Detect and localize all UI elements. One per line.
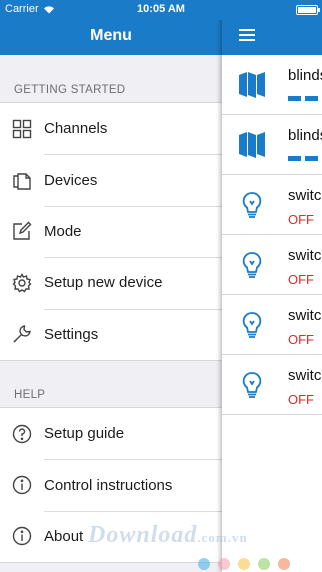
- device-status: OFF: [288, 212, 314, 227]
- status-bar: Carrier 10:05 AM: [0, 0, 322, 20]
- lightbulb-icon: [242, 372, 262, 398]
- device-name: blinds: [288, 67, 322, 84]
- menu-item-label: Setup new device: [44, 274, 163, 292]
- blinds-position-indicator: [288, 96, 318, 101]
- watermark-dots: [198, 558, 290, 570]
- content-header: [222, 20, 322, 55]
- copy-icon: [0, 154, 44, 205]
- watermark: Download.com.vn: [88, 522, 248, 549]
- device-row[interactable]: switch OFF: [222, 175, 322, 235]
- status-time: 10:05 AM: [137, 3, 185, 15]
- device-list-panel: blinds blinds switch OFF switch OFF swit…: [222, 0, 322, 572]
- info-icon: [0, 459, 44, 510]
- device-name: switch: [288, 307, 322, 324]
- menu-item-label: About: [44, 527, 84, 545]
- menu-item-label: Control instructions: [44, 476, 173, 494]
- menu-item-label: Settings: [44, 325, 99, 343]
- watermark-text: Download: [88, 522, 198, 548]
- device-status: OFF: [288, 272, 314, 287]
- menu-item-settings[interactable]: Settings: [0, 308, 222, 360]
- menu-item-channels[interactable]: Channels: [0, 103, 222, 154]
- menu-item-label: Devices: [44, 171, 98, 189]
- gear-icon: [0, 257, 44, 308]
- menu-item-label: Mode: [44, 222, 82, 240]
- device-row[interactable]: switch OFF: [222, 295, 322, 355]
- menu-item-label: Setup guide: [44, 425, 125, 443]
- menu-item-label: Channels: [44, 120, 108, 138]
- menu-item-control-instructions[interactable]: Control instructions: [0, 459, 222, 510]
- device-name: switch: [288, 367, 322, 384]
- question-icon: [0, 408, 44, 459]
- grid-icon: [0, 103, 44, 154]
- device-row[interactable]: switch OFF: [222, 235, 322, 295]
- side-menu: Menu GETTING STARTED Channels Devices Mo…: [0, 0, 222, 572]
- wrench-icon: [0, 309, 44, 360]
- device-row[interactable]: blinds: [222, 115, 322, 175]
- menu-item-setup-new-device[interactable]: Setup new device: [0, 257, 222, 308]
- device-status: OFF: [288, 392, 314, 407]
- menu-item-devices[interactable]: Devices: [0, 154, 222, 205]
- hamburger-menu-icon[interactable]: [239, 29, 255, 43]
- watermark-suffix: .com.vn: [197, 530, 248, 545]
- section-title-help: HELP: [14, 389, 46, 401]
- blinds-icon: [239, 132, 265, 158]
- section-title-getting-started: GETTING STARTED: [14, 84, 126, 96]
- edit-icon: [0, 206, 44, 257]
- lightbulb-icon: [242, 192, 262, 218]
- getting-started-group: Channels Devices Mode Setup new device S…: [0, 102, 222, 361]
- blinds-icon: [239, 72, 265, 98]
- lightbulb-icon: [242, 312, 262, 338]
- menu-item-setup-guide[interactable]: Setup guide: [0, 408, 222, 459]
- device-status: OFF: [288, 332, 314, 347]
- battery-icon: [296, 5, 320, 15]
- info-icon: [0, 511, 44, 562]
- menu-item-mode[interactable]: Mode: [0, 205, 222, 257]
- device-name: blinds: [288, 127, 322, 144]
- menu-title: Menu: [0, 20, 222, 55]
- device-name: switch: [288, 247, 322, 264]
- device-row[interactable]: switch OFF: [222, 355, 322, 415]
- device-row[interactable]: blinds: [222, 55, 322, 115]
- blinds-position-indicator: [288, 156, 318, 161]
- device-name: switch: [288, 187, 322, 204]
- lightbulb-icon: [242, 252, 262, 278]
